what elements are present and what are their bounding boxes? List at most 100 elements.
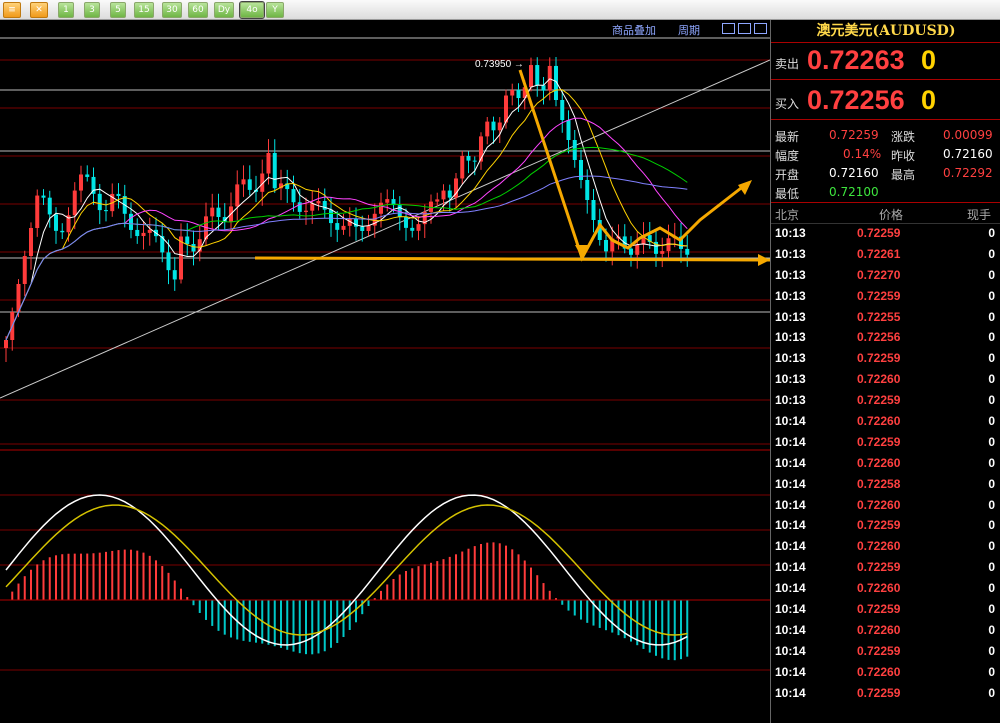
candle-body: [316, 201, 321, 204]
candle-body: [172, 270, 177, 280]
candlestick-chart[interactable]: 0.73950 →: [0, 20, 770, 723]
tick-price: 0.72260: [857, 414, 901, 429]
tick-row: 10:14 0.72260 0: [771, 453, 1000, 474]
candle-body: [560, 100, 565, 120]
tick-volume: 0: [988, 664, 995, 679]
tick-price: 0.72259: [857, 226, 901, 240]
candle-body: [510, 89, 515, 96]
chart-pane[interactable]: 商品叠加 周期 0.73950 →: [0, 20, 770, 723]
tick-list[interactable]: 10:13 0.72259 0 10:13 0.72261 0 10:13 0.72270 0 1…: [771, 223, 1000, 703]
tick-row: 10:14 0.72258 0: [771, 474, 1000, 495]
tick-volume: 0: [988, 581, 995, 596]
candle-body: [266, 152, 271, 174]
tick-price: 0.72260: [857, 372, 901, 387]
candle-body: [579, 160, 583, 180]
pattern-arrow-path: [518, 69, 746, 262]
period-button-6[interactable]: 30: [162, 2, 182, 18]
period-button-3[interactable]: 3: [84, 2, 100, 18]
tick-row: 10:14 0.72259 0: [771, 515, 1000, 536]
tick-volume: 0: [988, 539, 995, 554]
sell-row[interactable]: 卖出 0.72263 0: [771, 43, 1000, 80]
period-button-5[interactable]: 15: [134, 2, 154, 18]
latest-value: 0.72259: [829, 128, 879, 142]
period-button-8[interactable]: Dy: [214, 2, 234, 18]
tick-price: 0.72260: [857, 664, 901, 679]
candle-body: [216, 207, 221, 218]
period-button-2[interactable]: 1: [58, 2, 74, 18]
tick-volume: 0: [988, 643, 995, 658]
support-arrow-head: [758, 254, 770, 266]
candle-body: [97, 193, 102, 211]
candle-body: [147, 229, 152, 233]
candle-body: [404, 217, 408, 228]
high-annotation: 0.73950 →: [475, 59, 524, 70]
period-button-0[interactable]: ≡: [3, 2, 21, 18]
tick-price: 0.72259: [857, 643, 901, 658]
tick-time: 10:13: [775, 226, 806, 240]
tick-price: 0.72259: [857, 518, 901, 533]
tick-time: 10:14: [775, 664, 806, 679]
tick-price: 0.72258: [857, 476, 901, 491]
tick-time: 10:14: [775, 518, 806, 533]
tick-volume: 0: [988, 622, 995, 637]
tick-header-time: 北京: [775, 208, 800, 222]
tick-price: 0.72260: [857, 539, 901, 554]
candle-body: [304, 210, 308, 212]
tick-time: 10:13: [775, 267, 806, 282]
tick-volume: 0: [988, 267, 995, 282]
sell-volume: 0: [921, 45, 937, 75]
period-button-10[interactable]: Y: [266, 2, 284, 18]
amplitude-value: 0.14%: [843, 147, 882, 161]
tick-time: 10:13: [775, 246, 806, 261]
tick-row: 10:13 0.72259 0: [771, 286, 1000, 307]
tick-time: 10:13: [775, 330, 806, 345]
tick-row: 10:13 0.72261 0: [771, 244, 1000, 265]
period-button-4[interactable]: 5: [110, 2, 126, 18]
tick-row: 10:14 0.72260 0: [771, 662, 1000, 683]
candle-body: [104, 210, 108, 212]
low-label: 最低: [775, 187, 800, 201]
tick-row: 10:13 0.72259 0: [771, 223, 1000, 244]
tick-header-price: 价格: [879, 208, 904, 222]
tick-time: 10:14: [775, 476, 806, 491]
tick-price: 0.72255: [857, 309, 901, 324]
candle-body: [22, 256, 27, 284]
candle-body: [460, 156, 465, 179]
candle-body: [447, 190, 452, 198]
tick-time: 10:14: [775, 685, 806, 700]
tick-price: 0.72270: [857, 267, 901, 282]
candle-body: [247, 179, 252, 190]
prev-close-label: 昨收: [891, 149, 916, 163]
tick-price: 0.72259: [857, 288, 901, 303]
tick-price: 0.72259: [857, 685, 901, 700]
candle-body: [129, 213, 133, 230]
candle-body: [210, 207, 215, 217]
moving-average-line: [5, 78, 688, 341]
stats-block: 最新 0.72259 涨跌 0.00099 幅度 0.14% 昨收 0.7216…: [771, 126, 1000, 203]
tick-price: 0.72259: [857, 393, 901, 408]
candle-body: [185, 236, 190, 245]
tick-volume: 0: [988, 602, 995, 617]
open-label: 开盘: [775, 168, 800, 182]
candle-body: [116, 193, 121, 196]
tick-time: 10:13: [775, 309, 806, 324]
candle-body: [47, 197, 52, 215]
tick-volume: 0: [988, 330, 995, 345]
candle-body: [629, 248, 633, 255]
period-button-1[interactable]: ✕: [30, 2, 48, 18]
high-value: 0.72292: [943, 166, 993, 180]
toolbar: ≡ ✕ 1 3 5 15 30 60 Dy 4o Y: [0, 0, 1000, 20]
candle-body: [79, 174, 83, 191]
tick-price: 0.72261: [857, 246, 901, 261]
tick-price: 0.72259: [857, 434, 901, 449]
period-button-9[interactable]: 4o: [239, 1, 265, 19]
period-button-7[interactable]: 60: [188, 2, 208, 18]
tick-price: 0.72259: [857, 351, 901, 366]
candle-body: [529, 65, 533, 88]
tick-row: 10:13 0.72255 0: [771, 307, 1000, 328]
tick-volume: 0: [988, 393, 995, 408]
tick-volume: 0: [988, 455, 995, 470]
candle-body: [497, 122, 502, 131]
candle-body: [491, 121, 496, 131]
buy-row[interactable]: 买入 0.72256 0: [771, 83, 1000, 120]
